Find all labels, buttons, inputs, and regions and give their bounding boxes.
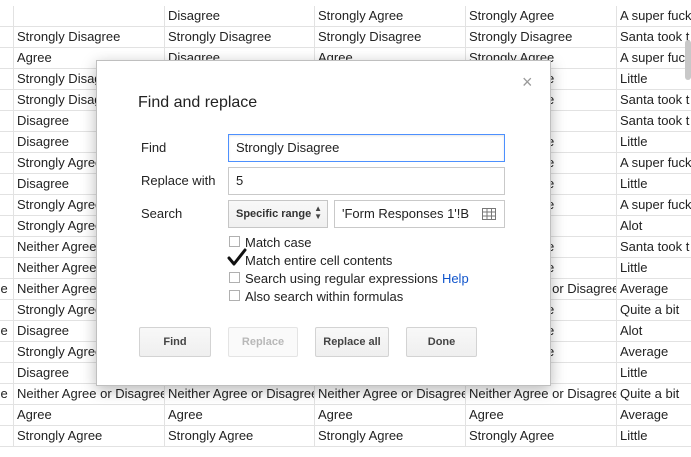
range-value: 'Form Responses 1'!B (342, 206, 470, 221)
sheet-cell[interactable]: Quite a bit (617, 384, 691, 405)
sheet-cell[interactable]: Little (617, 363, 691, 384)
sheet-cell[interactable]: ree (0, 279, 14, 300)
sheet-cell[interactable]: Santa took t (617, 111, 691, 132)
sheet-cell[interactable]: Agree (165, 405, 315, 426)
match-case-checkbox[interactable] (229, 236, 240, 247)
dialog-title: Find and replace (138, 94, 258, 111)
sheet-cell[interactable] (0, 363, 14, 384)
regex-checkbox[interactable] (229, 272, 240, 283)
sheet-cell[interactable]: Santa took t (617, 27, 691, 48)
find-button[interactable]: Find (139, 327, 211, 357)
replace-label: Replace with (141, 173, 216, 188)
search-label: Search (141, 206, 183, 221)
sheet-row: reeNeither Agree or DisagreeNeither Agre… (0, 384, 691, 405)
sheet-cell[interactable]: A super fuck (617, 6, 691, 27)
sheet-cell[interactable] (0, 48, 14, 69)
sheet-cell[interactable]: Strongly Disagree (315, 27, 466, 48)
sheet-cell[interactable]: Santa took t (617, 90, 691, 111)
sheet-cell[interactable]: Little (617, 426, 691, 447)
vertical-scrollbar[interactable] (685, 40, 691, 80)
sheet-cell[interactable]: Disagree (165, 6, 315, 27)
find-replace-dialog: Find and replace × Find Strongly Disagre… (96, 60, 551, 386)
sheet-cell[interactable] (0, 300, 14, 321)
sheet-cell[interactable] (0, 27, 14, 48)
sheet-cell[interactable]: Strongly Agree (315, 6, 466, 27)
sheet-cell[interactable]: Quite a bit (617, 300, 691, 321)
range-input[interactable]: 'Form Responses 1'!B (334, 200, 505, 228)
sheet-cell[interactable]: Strongly Disagree (165, 27, 315, 48)
sheet-cell[interactable]: Alot (617, 216, 691, 237)
formulas-checkbox[interactable] (229, 290, 240, 301)
sheet-cell[interactable]: Neither Agree or Disagree (14, 384, 165, 405)
replace-all-button[interactable]: Replace all (315, 327, 389, 357)
replace-input[interactable]: 5 (228, 167, 505, 195)
sheet-cell[interactable]: A super fuck (617, 153, 691, 174)
sheet-cell[interactable]: Little (617, 258, 691, 279)
sheet-cell[interactable]: Little (617, 132, 691, 153)
sheet-cell[interactable]: Neither Agree or Disagree (165, 384, 315, 405)
sheet-cell[interactable]: Strongly Disagree (14, 27, 165, 48)
sheet-cell[interactable]: Neither Agree or Disagree (315, 384, 466, 405)
sheet-cell[interactable] (0, 174, 14, 195)
regex-label: Search using regular expressions (245, 271, 438, 286)
sheet-cell[interactable] (0, 405, 14, 426)
sheet-cell[interactable]: Strongly Agree (165, 426, 315, 447)
sheet-cell[interactable] (0, 426, 14, 447)
search-scope-value: Specific range (236, 208, 312, 220)
sheet-row: Strongly Agree Strongly Agree Strongly Agr… (0, 426, 691, 447)
sheet-cell[interactable]: Little (617, 174, 691, 195)
sheet-cell[interactable] (0, 90, 14, 111)
sheet-cell[interactable]: Agree (14, 405, 165, 426)
sheet-cell[interactable]: Strongly Agree (466, 6, 617, 27)
formulas-label: Also search within formulas (245, 289, 404, 304)
done-button[interactable]: Done (406, 327, 477, 357)
sheet-cell[interactable]: A super fuck (617, 195, 691, 216)
match-case-label: Match case (245, 235, 312, 250)
sheet-row: Disagree Strongly Agree Strongly Agree A su… (0, 6, 691, 27)
find-label: Find (141, 140, 167, 155)
sheet-cell[interactable]: ree (0, 384, 14, 405)
match-entire-label: Match entire cell contents (245, 253, 393, 268)
sheet-cell[interactable] (14, 6, 165, 27)
sheet-cell[interactable]: Strongly Agree (466, 426, 617, 447)
up-down-arrows-icon: ▲ ▼ (314, 204, 322, 221)
replace-button[interactable]: Replace (228, 327, 298, 357)
close-icon[interactable]: × (522, 73, 533, 91)
grid-icon[interactable] (482, 208, 496, 220)
sheet-cell[interactable] (0, 69, 14, 90)
sheet-cell[interactable] (0, 6, 14, 27)
sheet-cell[interactable]: Alot (617, 321, 691, 342)
sheet-cell[interactable]: Average (617, 405, 691, 426)
sheet-cell[interactable] (0, 216, 14, 237)
sheet-cell[interactable] (0, 258, 14, 279)
sheet-cell[interactable]: A super fuck (617, 48, 691, 69)
sheet-cell[interactable]: Strongly Disagree (466, 27, 617, 48)
sheet-cell[interactable]: Agree (315, 405, 466, 426)
sheet-cell[interactable] (0, 195, 14, 216)
sheet-cell[interactable] (0, 132, 14, 153)
search-scope-select[interactable]: Specific range ▲ ▼ (228, 200, 328, 228)
sheet-cell[interactable] (0, 342, 14, 363)
regex-help-link[interactable]: Help (442, 271, 469, 286)
sheet-row: Strongly Disagree Strongly Disagree Strong… (0, 27, 691, 48)
sheet-cell[interactable]: Average (617, 342, 691, 363)
sheet-cell[interactable]: Strongly Agree (14, 426, 165, 447)
sheet-cell[interactable]: Average (617, 279, 691, 300)
sheet-cell[interactable] (0, 111, 14, 132)
sheet-cell[interactable]: Strongly Agree (315, 426, 466, 447)
sheet-cell[interactable]: Little (617, 69, 691, 90)
sheet-cell[interactable]: Agree (466, 405, 617, 426)
find-input[interactable]: Strongly Disagree (228, 134, 505, 162)
sheet-row: Agree Agree Agree Agree Average (0, 405, 691, 426)
sheet-cell[interactable]: ree (0, 321, 14, 342)
sheet-cell[interactable]: Neither Agree or Disagree (466, 384, 617, 405)
sheet-cell[interactable]: Santa took t (617, 237, 691, 258)
sheet-cell[interactable] (0, 237, 14, 258)
sheet-cell[interactable] (0, 153, 14, 174)
